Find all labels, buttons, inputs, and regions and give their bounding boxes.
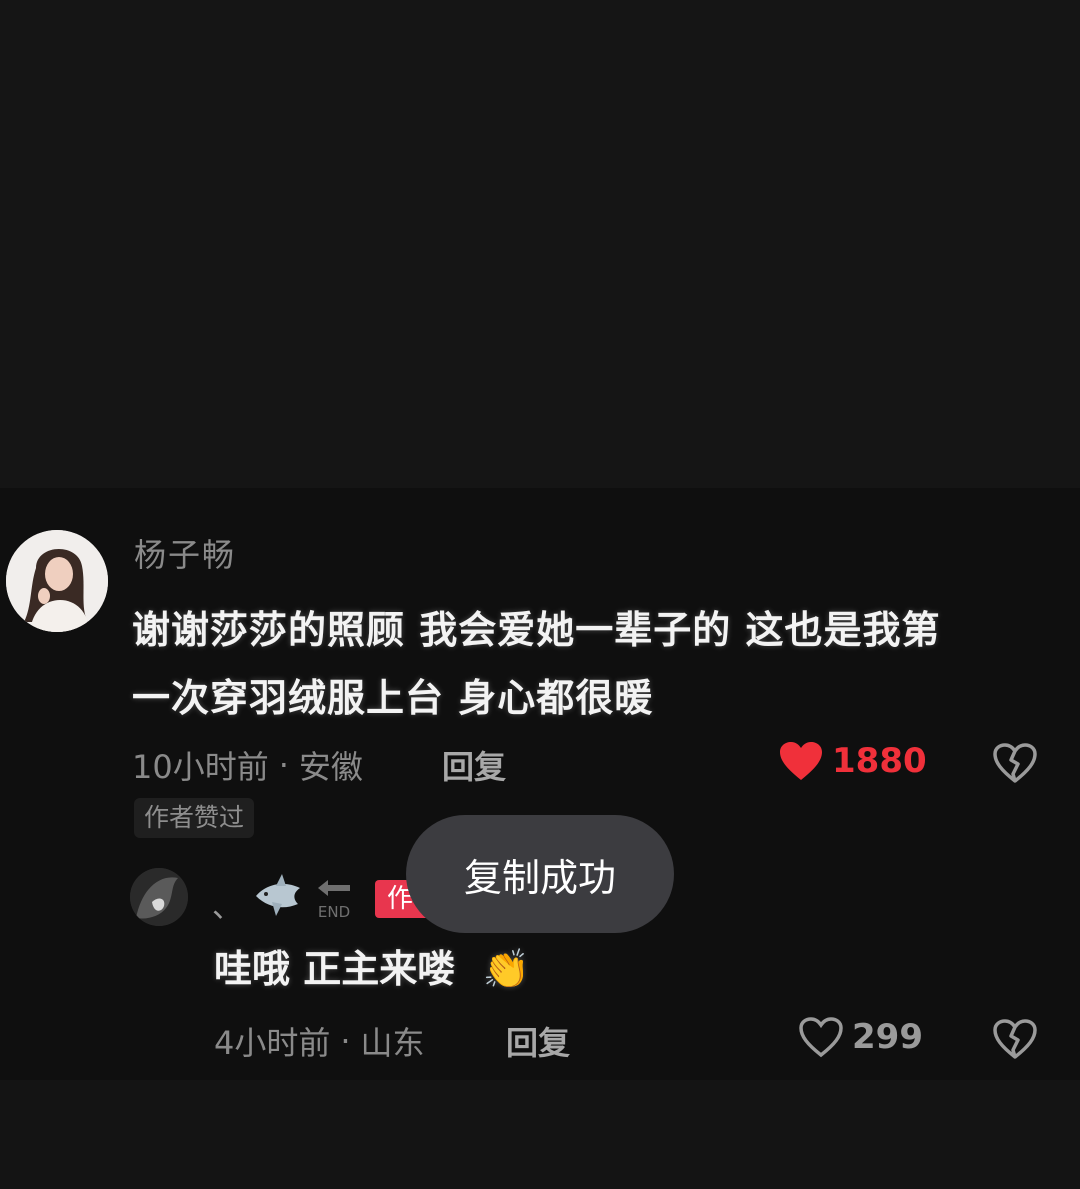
comment-time: 10小时前 [132, 748, 269, 786]
broken-heart-icon [993, 743, 1037, 783]
reply-meta: 4小时前 · 山东 [214, 1018, 425, 1064]
video-area [0, 0, 1080, 488]
comment-text-line: 一次穿羽绒服上台 身心都很暖 [132, 676, 654, 720]
reply-reply-button[interactable]: 回复 [506, 1018, 570, 1064]
user-avatar-icon [6, 530, 108, 632]
reply-button[interactable]: 回复 [442, 742, 506, 788]
author-liked-tag: 作者赞过 [134, 798, 255, 838]
end-tag: END [312, 876, 356, 920]
like-count: 1880 [832, 741, 927, 781]
comment-meta: 10小时前 · 安徽 [132, 742, 363, 788]
heart-filled-icon [780, 742, 822, 780]
back-arrow-icon [318, 880, 350, 896]
user-avatar-icon [130, 868, 188, 926]
reply-text-content: 哇哦 正主来喽 [214, 947, 456, 991]
heart-outline-icon [799, 1017, 843, 1058]
comment-text-line: 谢谢莎莎的照顾 我会爱她一辈子的 这也是我第 [132, 608, 941, 652]
broken-heart-icon [993, 1019, 1037, 1059]
clap-emoji: 👏 [482, 947, 530, 991]
comment-location: 安徽 [298, 748, 363, 786]
shark-icon [254, 872, 304, 924]
copy-success-toast: 复制成功 [406, 815, 674, 933]
meta-separator: · [340, 1022, 351, 1060]
comment-text[interactable]: 谢谢莎莎的照顾 我会爱她一辈子的 这也是我第 一次穿羽绒服上台 身心都很暖 [132, 596, 1032, 732]
reply-like-count: 299 [852, 1017, 923, 1057]
end-label: END [317, 903, 351, 921]
like-button[interactable]: 1880 [778, 740, 927, 782]
meta-separator: · [278, 746, 289, 784]
reply-text[interactable]: 哇哦 正主来喽 👏 [214, 938, 530, 993]
reply-like-button[interactable]: 299 [798, 1016, 923, 1058]
comment-username[interactable]: 杨子畅 [134, 530, 236, 576]
bottom-area [0, 1080, 1080, 1189]
avatar[interactable] [6, 530, 108, 632]
dislike-button[interactable] [992, 742, 1038, 788]
reply-time: 4小时前 [214, 1024, 331, 1062]
reply-dislike-button[interactable] [992, 1018, 1038, 1064]
reply-location: 山东 [360, 1024, 425, 1062]
reply-username-mark: 、 [212, 890, 242, 925]
reply-avatar[interactable] [130, 868, 188, 926]
